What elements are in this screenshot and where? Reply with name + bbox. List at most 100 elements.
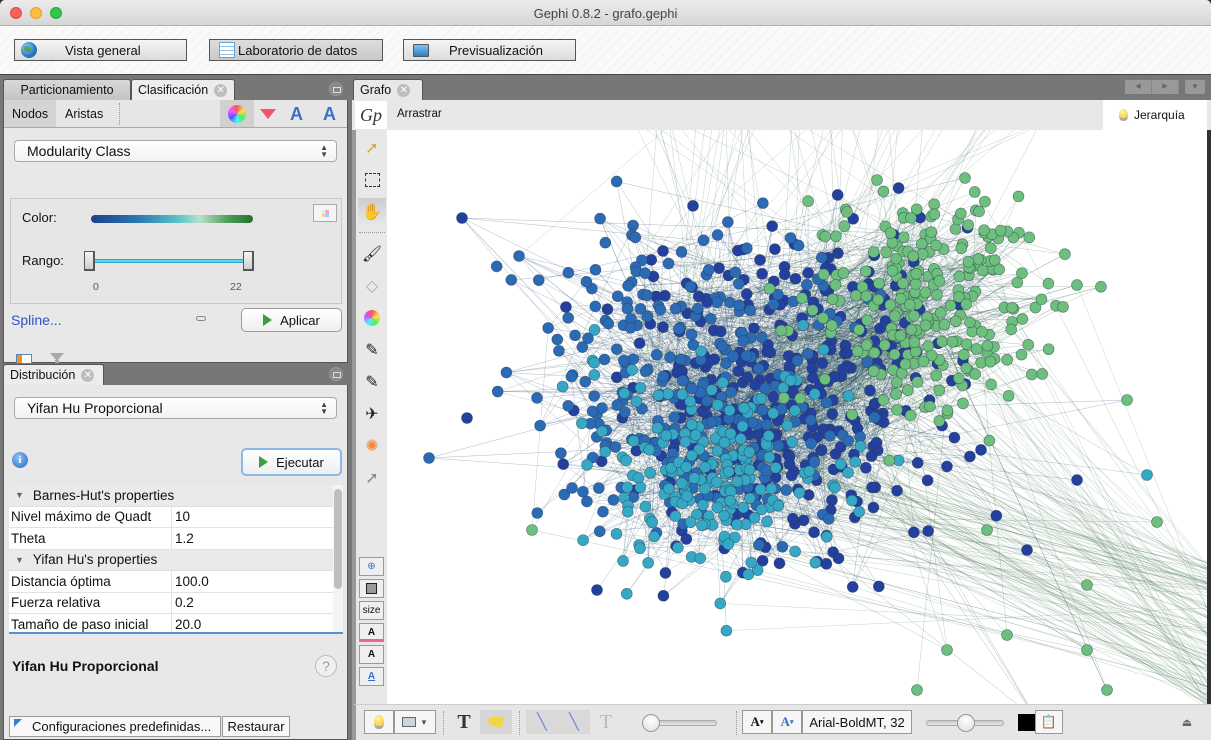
subtab-nodes[interactable]: Nodos: [4, 100, 57, 127]
overview-mode-button[interactable]: Vista general: [14, 39, 187, 61]
graph-canvas[interactable]: [387, 130, 1211, 704]
tab-partitioning[interactable]: Particionamiento: [3, 79, 131, 100]
graph-node: [797, 319, 809, 332]
tab-menu-icon[interactable]: ▼: [1185, 80, 1205, 94]
pointer-icon[interactable]: ➚: [358, 134, 386, 162]
brush-icon[interactable]: 🖌: [358, 240, 386, 268]
label-color-swatch[interactable]: [1018, 714, 1035, 731]
graph-panel: Grafo ✕ ◀ ▶ ▼ Gp Arrastrar Jerarquía ➚ ✋…: [352, 78, 1211, 740]
tab-left-arrow-icon[interactable]: ◀: [1125, 80, 1152, 94]
label-size-slider[interactable]: [926, 714, 1004, 732]
property-value[interactable]: 20.0: [172, 614, 201, 632]
airplane-icon[interactable]: ✈: [358, 400, 386, 428]
graph-node: [955, 242, 968, 255]
graph-node: [975, 444, 987, 456]
background-color-icon[interactable]: [359, 579, 384, 598]
label-size-icon[interactable]: A: [359, 667, 384, 686]
node-labels-icon[interactable]: T: [452, 710, 476, 734]
label-color-icon[interactable]: A: [290, 105, 308, 123]
property-category[interactable]: ▼ Yifan Hu's properties: [9, 549, 343, 571]
font-selector[interactable]: Arial-BoldMT, 32: [802, 710, 912, 734]
pencil-icon[interactable]: ✎: [358, 336, 386, 364]
screenshot-button[interactable]: ▼: [394, 710, 436, 734]
pointer-help-icon[interactable]: ➚: [358, 464, 386, 492]
slider-knob[interactable]: [642, 714, 660, 732]
show-edges-icon[interactable]: ╲: [526, 710, 558, 734]
restore-button[interactable]: Restaurar: [222, 716, 290, 737]
property-row[interactable]: Theta 1.2: [9, 528, 343, 550]
minimize-panel-button[interactable]: [329, 82, 343, 96]
edge-color-icon[interactable]: ╲: [558, 710, 590, 734]
run-layout-button[interactable]: Ejecutar: [241, 448, 342, 476]
graph-node: [921, 474, 934, 487]
color-wheel-icon[interactable]: [228, 105, 246, 123]
property-value[interactable]: 1.2: [172, 528, 194, 549]
property-row[interactable]: Nivel máximo de Quadt 10: [9, 506, 343, 528]
edge-labels-icon[interactable]: T: [594, 710, 618, 734]
property-value[interactable]: 10: [172, 507, 190, 528]
rectangle-select-icon[interactable]: [358, 166, 386, 194]
tab-layout[interactable]: Distribución ✕: [3, 364, 104, 385]
diamond-size-icon[interactable]: ◇: [358, 272, 386, 300]
attributes-button[interactable]: 📋: [1035, 710, 1063, 734]
presets-button[interactable]: Configuraciones predefinidas...: [9, 716, 221, 737]
property-category[interactable]: ▼ Barnes-Hut's properties: [9, 485, 343, 507]
help-icon[interactable]: ?: [315, 655, 337, 677]
tab-right-arrow-icon[interactable]: ▶: [1152, 80, 1179, 94]
pencil-edge-icon[interactable]: ✎: [358, 368, 386, 396]
graph-node: [872, 293, 884, 306]
property-row[interactable]: Distancia óptima 100.0: [9, 571, 343, 593]
color-palette-icon[interactable]: [358, 304, 386, 332]
size-diamond-icon[interactable]: [260, 109, 276, 119]
layout-algorithm-select[interactable]: Yifan Hu Proporcional ▲ ▼: [14, 397, 337, 419]
close-tab-icon[interactable]: ✕: [214, 83, 228, 97]
property-value[interactable]: 100.0: [172, 571, 209, 592]
label-color-icon[interactable]: A: [359, 623, 384, 642]
property-value[interactable]: 0.2: [172, 593, 194, 614]
data-laboratory-mode-button[interactable]: Laboratorio de datos: [209, 39, 383, 61]
close-tab-icon[interactable]: ✕: [81, 368, 95, 382]
tab-ranking[interactable]: Clasificación ✕: [131, 79, 235, 100]
eject-panel-icon[interactable]: ⏏: [1178, 710, 1196, 734]
palette-button[interactable]: [313, 204, 337, 222]
ranking-attribute-select[interactable]: Modularity Class ▲ ▼: [14, 140, 337, 162]
filter-funnel-icon[interactable]: [50, 353, 64, 368]
scrollbar-thumb[interactable]: [334, 489, 342, 589]
zoom-fit-icon[interactable]: ⊕: [359, 557, 384, 576]
font-color-button[interactable]: A ▾: [742, 710, 772, 734]
show-labels-toggle[interactable]: [364, 710, 394, 734]
property-row[interactable]: Fuerza relativa 0.2: [9, 592, 343, 614]
size-label-button[interactable]: size: [359, 601, 384, 620]
edge-weight-slider[interactable]: [642, 714, 717, 732]
network-graph[interactable]: [387, 130, 1207, 704]
close-tab-icon[interactable]: ✕: [397, 83, 411, 97]
range-slider-track[interactable]: [91, 259, 251, 263]
graph-node: [877, 185, 890, 198]
graph-bottom-toolbar: ▼ T ╲ ╲ T A ▾ A ▾ Arial-BoldMT, 32 📋 ⏏: [352, 704, 1211, 740]
font-size-button[interactable]: A ▾: [772, 710, 802, 734]
dropdown-arrow-icon: ▾: [759, 718, 764, 726]
spline-link[interactable]: Spline...: [11, 312, 62, 328]
slider-knob[interactable]: [957, 714, 975, 732]
graph-node: [1121, 394, 1133, 406]
tab-graph[interactable]: Grafo ✕: [353, 79, 423, 100]
property-scrollbar[interactable]: [333, 485, 343, 632]
label-size-icon[interactable]: A: [323, 105, 341, 123]
graph-node: [622, 280, 634, 292]
minimize-panel-button[interactable]: [329, 367, 343, 381]
link-icon[interactable]: [196, 316, 206, 321]
property-row[interactable]: Tamaño de paso inicial 20.0: [9, 614, 343, 632]
hierarchy-button[interactable]: Jerarquía: [1103, 100, 1207, 130]
apply-button[interactable]: Aplicar: [241, 308, 342, 332]
heatmap-icon[interactable]: ✺: [358, 432, 386, 460]
graph-node: [731, 518, 743, 531]
color-gradient-bar[interactable]: [91, 215, 253, 223]
hand-drag-icon[interactable]: ✋: [358, 198, 386, 226]
preview-mode-button[interactable]: Previsualización: [403, 39, 576, 61]
range-min-handle[interactable]: [84, 251, 95, 271]
subtab-edges[interactable]: Aristas: [57, 100, 111, 127]
edge-labels-toggle[interactable]: [480, 710, 512, 734]
range-max-handle[interactable]: [243, 251, 254, 271]
info-icon[interactable]: i: [12, 452, 28, 468]
label-font-icon[interactable]: A: [359, 645, 384, 664]
